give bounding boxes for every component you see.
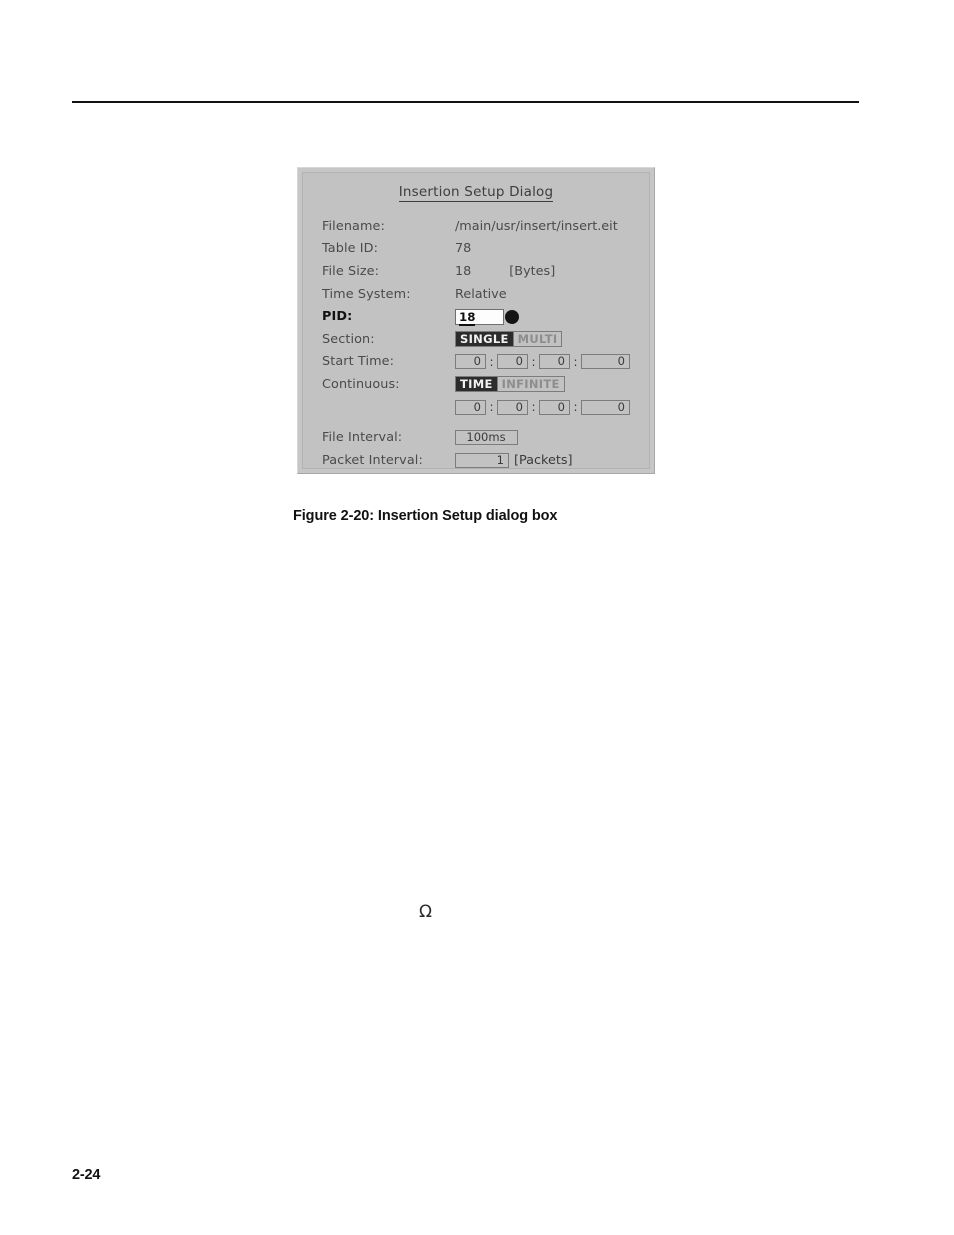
section-label: Section: <box>322 331 375 347</box>
figure-caption: Figure 2-20: Insertion Setup dialog box <box>293 508 558 524</box>
continuous-option-infinite[interactable]: INFINITE <box>496 377 564 392</box>
start-time-field-3[interactable]: 0 <box>539 354 570 370</box>
file-size-unit: [Bytes] <box>509 263 556 279</box>
start-time-field-1[interactable]: 0 <box>455 354 486 370</box>
row-packet-interval: Packet Interval: 1 [Packets] <box>322 449 641 472</box>
table-id-value: 78 <box>455 241 472 257</box>
dialog-inner-panel: Insertion Setup Dialog Filename: /main/u… <box>302 172 650 469</box>
insertion-setup-dialog: Insertion Setup Dialog Filename: /main/u… <box>297 167 655 474</box>
packet-interval-value-group: 1 [Packets] <box>455 452 573 468</box>
packet-interval-label: Packet Interval: <box>322 452 423 468</box>
pid-input[interactable]: 18 <box>455 308 504 326</box>
continuous-duration-separator-3: : <box>573 400 578 415</box>
start-time-separator-2: : <box>531 354 536 369</box>
continuous-value-group: TIME INFINITE <box>455 376 565 393</box>
pid-label: PID: <box>322 309 353 325</box>
page-number: 2-24 <box>72 1167 101 1183</box>
section-value-group: SINGLE MULTI <box>455 331 563 348</box>
omega-symbol: Ω <box>419 902 432 922</box>
row-table-id: Table ID: 78 <box>322 238 641 261</box>
start-time-label: Start Time: <box>322 354 395 370</box>
pid-input-value: 18 <box>459 309 476 326</box>
continuous-label: Continuous: <box>322 376 400 392</box>
continuous-duration-separator-1: : <box>489 400 494 415</box>
continuous-option-time[interactable]: TIME <box>456 377 497 392</box>
dialog-title-text: Insertion Setup Dialog <box>398 184 554 202</box>
file-size-label: File Size: <box>322 263 380 279</box>
file-interval-label: File Interval: <box>322 430 403 446</box>
section-toggle-group[interactable]: SINGLE MULTI <box>455 331 563 348</box>
continuous-duration-field-3[interactable]: 0 <box>539 399 570 415</box>
time-system-label: Time System: <box>322 286 411 302</box>
packet-interval-field[interactable]: 1 <box>455 452 509 468</box>
filename-value: /main/usr/insert/insert.eit <box>455 218 618 234</box>
row-continuous: Continuous: TIME INFINITE <box>322 373 641 396</box>
start-time-separator-1: : <box>489 354 494 369</box>
row-time-system: Time System: Relative <box>322 283 641 306</box>
continuous-duration-field-2[interactable]: 0 <box>497 399 528 415</box>
file-size-value: 18 <box>455 263 472 279</box>
time-system-value: Relative <box>455 286 507 302</box>
section-option-multi[interactable]: MULTI <box>512 332 562 347</box>
filename-label: Filename: <box>322 218 385 234</box>
start-time-separator-3: : <box>573 354 578 369</box>
dialog-title: Insertion Setup Dialog <box>303 184 649 202</box>
file-interval-value-group: 100ms <box>455 430 518 446</box>
page-header-rule <box>72 101 859 103</box>
row-file-interval: File Interval: 100ms <box>322 426 641 449</box>
continuous-duration-value-group: 0 : 0 : 0 : 0 <box>455 399 630 415</box>
file-interval-field[interactable]: 100ms <box>455 430 518 446</box>
row-continuous-duration: 0 : 0 : 0 : 0 <box>322 396 641 419</box>
row-pid: PID: 18 <box>322 305 641 328</box>
packet-interval-unit: [Packets] <box>514 452 573 468</box>
continuous-toggle-group[interactable]: TIME INFINITE <box>455 376 565 393</box>
row-start-time: Start Time: 0 : 0 : 0 : 0 <box>322 351 641 374</box>
file-size-value-group: 18 [Bytes] <box>455 264 555 279</box>
pid-value-group: 18 <box>455 308 519 326</box>
continuous-duration-field-4[interactable]: 0 <box>581 399 630 415</box>
table-id-label: Table ID: <box>322 241 378 257</box>
start-time-value-group: 0 : 0 : 0 : 0 <box>455 354 630 370</box>
start-time-field-2[interactable]: 0 <box>497 354 528 370</box>
start-time-field-4[interactable]: 0 <box>581 354 630 370</box>
pid-spinner-knob-icon[interactable] <box>505 309 519 324</box>
row-section: Section: SINGLE MULTI <box>322 328 641 351</box>
continuous-duration-field-1[interactable]: 0 <box>455 399 486 415</box>
row-filename: Filename: /main/usr/insert/insert.eit <box>322 215 641 238</box>
pid-control[interactable]: 18 <box>455 308 519 326</box>
continuous-duration-separator-2: : <box>531 400 536 415</box>
section-option-single[interactable]: SINGLE <box>456 332 513 347</box>
row-file-size: File Size: 18 [Bytes] <box>322 260 641 283</box>
dialog-field-list: Filename: /main/usr/insert/insert.eit Ta… <box>322 215 641 472</box>
